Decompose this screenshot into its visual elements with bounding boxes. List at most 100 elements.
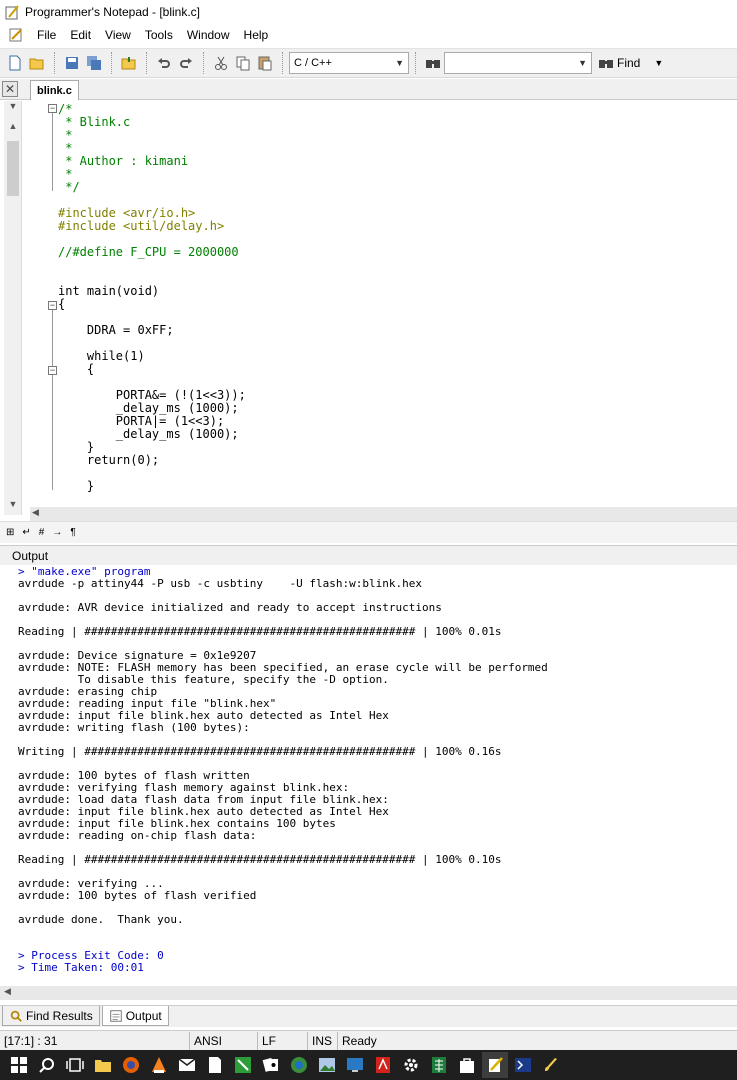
paste-icon — [258, 56, 272, 71]
vlc-icon[interactable] — [146, 1052, 172, 1078]
output-line: avrdude: AVR device initialized and read… — [18, 601, 442, 614]
photos-icon[interactable] — [314, 1052, 340, 1078]
open-project-button[interactable] — [118, 52, 140, 74]
spreadsheet-icon[interactable] — [426, 1052, 452, 1078]
scroll-left-arrow-icon[interactable]: ◀ — [32, 507, 39, 518]
solitaire-icon[interactable] — [258, 1052, 284, 1078]
notepad-app-icon — [5, 5, 19, 20]
status-line-ending: LF — [258, 1031, 308, 1050]
scrollbar-thumb[interactable] — [7, 141, 19, 196]
fold-line — [52, 310, 53, 490]
code-line: return(0); — [58, 453, 160, 467]
undo-button[interactable] — [153, 52, 175, 74]
output-panel[interactable]: > "make.exe" program avrdude -p attiny44 … — [0, 565, 737, 985]
undo-icon — [158, 58, 170, 68]
toolbar-separator — [54, 52, 55, 74]
find-button[interactable]: Find ▼ — [598, 55, 663, 71]
scheme-select[interactable]: C / C++ ▼ — [289, 52, 409, 74]
redo-button[interactable] — [175, 52, 197, 74]
editor-vertical-scrollbar[interactable]: ▼ ▲ ▼ — [4, 101, 22, 515]
scroll-up-arrow-icon[interactable]: ▲ — [4, 121, 22, 137]
code-line: int main(void) — [58, 284, 160, 298]
toolbar-separator — [203, 52, 204, 74]
search-input[interactable]: ▼ — [444, 52, 592, 74]
menu-edit[interactable]: Edit — [63, 28, 98, 42]
document-menu-icon[interactable] — [8, 27, 24, 43]
mail-icon[interactable] — [174, 1052, 200, 1078]
tab-find-results[interactable]: Find Results — [2, 1006, 100, 1026]
menu-help[interactable]: Help — [237, 28, 276, 42]
status-encoding: ANSI — [190, 1031, 258, 1050]
output-panel-header: Output — [0, 545, 737, 565]
scroll-down-arrow-icon[interactable]: ▼ — [4, 499, 22, 515]
file-explorer-icon[interactable] — [90, 1052, 116, 1078]
settings-gear-icon[interactable] — [398, 1052, 424, 1078]
taskbar — [0, 1050, 737, 1080]
task-view-icon[interactable] — [62, 1052, 88, 1078]
cut-button[interactable] — [210, 52, 232, 74]
fold-toggle-icon[interactable]: − — [48, 104, 57, 113]
whitespace-icon[interactable]: → — [52, 527, 62, 538]
code-line: { — [58, 362, 95, 376]
word-wrap-icon[interactable]: ↵ — [22, 527, 30, 538]
toolbar: C / C++ ▼ ▼ Find ▼ — [0, 48, 737, 78]
chevron-down-icon[interactable]: ▼ — [654, 58, 663, 68]
editor-horizontal-scrollbar[interactable]: ◀ — [30, 507, 737, 521]
window-title: Programmer's Notepad - [blink.c] — [25, 5, 201, 19]
windows-start-icon[interactable] — [6, 1052, 32, 1078]
menu-window[interactable]: Window — [180, 28, 237, 42]
status-state: Ready — [342, 1033, 377, 1048]
fold-toggle-icon[interactable]: − — [48, 301, 57, 310]
menu-file[interactable]: File — [30, 28, 63, 42]
notepad-icon[interactable] — [202, 1052, 228, 1078]
eol-marker-icon[interactable]: ¶ — [70, 527, 75, 538]
split-view-icon[interactable]: ⊞ — [6, 527, 14, 538]
code-line: * Author : kimani — [58, 154, 189, 168]
chevron-down-icon[interactable]: ▼ — [4, 101, 22, 117]
scroll-left-arrow-icon[interactable]: ◀ — [4, 986, 11, 997]
line-numbers-icon[interactable]: # — [39, 527, 45, 538]
tab-output[interactable]: Output — [101, 1006, 169, 1026]
scheme-select-value: C / C++ — [294, 57, 332, 69]
output-horizontal-scrollbar[interactable]: ◀ — [0, 986, 737, 1000]
fold-toggle-icon[interactable]: − — [48, 366, 57, 375]
globe-app-icon[interactable] — [286, 1052, 312, 1078]
find-in-files-button[interactable] — [422, 52, 444, 74]
menu-tools[interactable]: Tools — [138, 28, 180, 42]
cut-icon — [215, 56, 227, 70]
output-line: avrdude: writing flash (100 bytes): — [18, 721, 250, 734]
copy-button[interactable] — [232, 52, 254, 74]
green-editor-icon[interactable] — [230, 1052, 256, 1078]
pdf-reader-icon[interactable] — [370, 1052, 396, 1078]
open-file-button[interactable] — [26, 52, 48, 74]
menu-view[interactable]: View — [98, 28, 138, 42]
output-line: Writing | ##############################… — [18, 745, 502, 758]
new-file-button[interactable] — [4, 52, 26, 74]
output-line: avrdude: reading on-chip flash data: — [18, 829, 257, 842]
firefox-icon[interactable] — [118, 1052, 144, 1078]
save-button[interactable] — [61, 52, 83, 74]
status-position: [17:1] : 31 — [0, 1031, 190, 1050]
save-all-button[interactable] — [83, 52, 105, 74]
redo-icon — [180, 58, 192, 68]
powershell-icon[interactable] — [510, 1052, 536, 1078]
bottom-tab-strip: Find Results Output — [0, 1005, 737, 1027]
save-icon — [66, 57, 78, 69]
toolbar-separator — [111, 52, 112, 74]
copy-icon — [236, 56, 250, 71]
search-icon[interactable] — [34, 1052, 60, 1078]
open-folder-icon — [29, 58, 44, 70]
chevron-down-icon: ▼ — [578, 58, 587, 68]
paste-button[interactable] — [254, 52, 276, 74]
output-icon — [110, 1009, 122, 1022]
close-icon[interactable]: ✕ — [2, 81, 18, 97]
status-bar: [17:1] : 31 ANSI LF INS Ready — [0, 1030, 737, 1050]
tab-blink-c[interactable]: blink.c — [30, 80, 79, 100]
code-editor[interactable]: − − − /* * Blink.c * * * Author : kimani… — [22, 101, 737, 507]
programmers-notepad-taskbar-icon[interactable] — [482, 1052, 508, 1078]
store-icon[interactable] — [454, 1052, 480, 1078]
find-button-label: Find — [617, 56, 641, 70]
toolbar-separator — [146, 52, 147, 74]
paint-app-icon[interactable] — [538, 1052, 564, 1078]
network-app-icon[interactable] — [342, 1052, 368, 1078]
